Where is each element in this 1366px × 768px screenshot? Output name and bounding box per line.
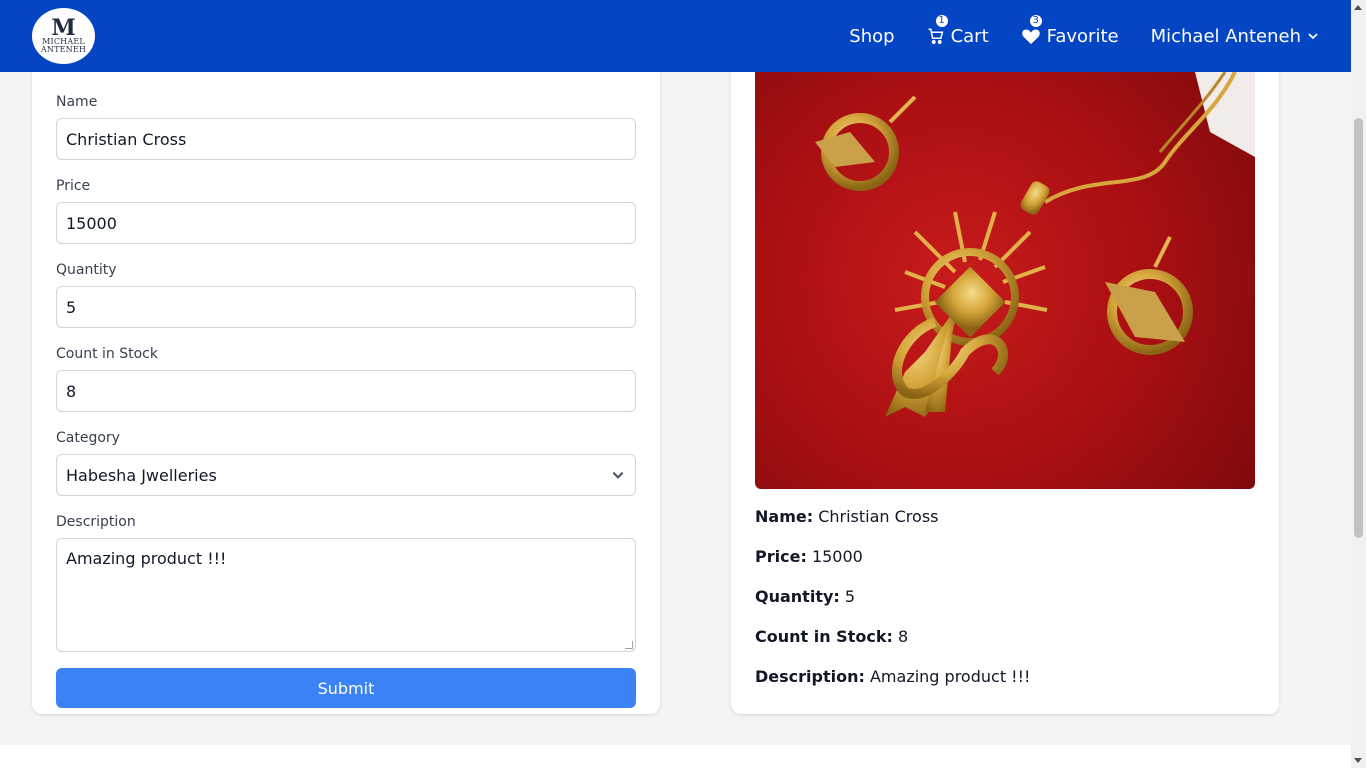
quantity-field-group: Quantity 5 (56, 262, 636, 328)
nav-shop-link[interactable]: Shop (849, 26, 894, 47)
submit-button[interactable]: Submit (56, 668, 636, 708)
price-field-group: Price 15000 (56, 178, 636, 244)
resize-handle-icon[interactable] (625, 641, 633, 649)
logo-line-2: ANTENEH (40, 45, 87, 54)
chevron-down-icon (611, 468, 625, 482)
detail-quantity: Quantity: 5 (755, 587, 856, 606)
heart-icon (1021, 27, 1041, 45)
category-select[interactable]: Habesha Jwelleries (56, 454, 636, 496)
product-preview-card: Name: Christian Cross Price: 15000 Quant… (731, 50, 1279, 714)
description-textarea[interactable]: Amazing product !!! (56, 538, 636, 652)
detail-price: Price: 15000 (755, 547, 863, 566)
description-label: Description (56, 514, 136, 530)
stock-field-group: Count in Stock 8 (56, 346, 636, 412)
nav-favorite-label: Favorite (1046, 25, 1119, 47)
category-field-group: Category Habesha Jwelleries (56, 430, 636, 496)
brand-logo[interactable]: M MICHAEL ANTENEH (32, 8, 95, 64)
description-text: Amazing product !!! (66, 549, 227, 568)
scroll-down-arrow-icon[interactable] (1354, 758, 1362, 763)
quantity-input[interactable]: 5 (56, 286, 636, 328)
chevron-down-icon (1307, 30, 1319, 42)
page-scrollbar[interactable] (1351, 0, 1366, 768)
logo-mark: M (51, 15, 76, 41)
product-form-card: Name Christian Cross Price 15000 Quantit… (32, 50, 660, 714)
scroll-up-arrow-icon[interactable] (1354, 5, 1362, 10)
nav-cart-link[interactable]: 1 Cart (927, 13, 989, 47)
top-navbar: M MICHAEL ANTENEH Shop 1 Cart 3 Favorite… (0, 0, 1351, 72)
nav-favorite-link[interactable]: 3 Favorite (1021, 13, 1119, 47)
name-input[interactable]: Christian Cross (56, 118, 636, 160)
description-field-group: Description Amazing product !!! (56, 514, 636, 652)
product-details: Name: Christian Cross Price: 15000 Quant… (755, 507, 1255, 687)
cart-count-badge: 1 (934, 13, 949, 28)
detail-stock: Count in Stock: 8 (755, 627, 909, 646)
nav-links: Shop 1 Cart 3 Favorite Michael Anteneh (849, 13, 1319, 47)
user-menu[interactable]: Michael Anteneh (1151, 26, 1319, 47)
stock-label: Count in Stock (56, 346, 158, 362)
nav-shop-label: Shop (849, 25, 895, 47)
name-label: Name (56, 94, 98, 110)
footer-strip (0, 745, 1351, 768)
nav-cart-label: Cart (950, 25, 989, 47)
category-selected-value: Habesha Jwelleries (66, 465, 217, 485)
detail-name: Name: Christian Cross (755, 507, 939, 526)
quantity-label: Quantity (56, 262, 117, 278)
price-input[interactable]: 15000 (56, 202, 636, 244)
cart-icon (927, 27, 945, 45)
price-label: Price (56, 178, 91, 194)
user-name: Michael Anteneh (1150, 25, 1301, 47)
name-field-group: Name Christian Cross (56, 94, 636, 160)
product-image (755, 72, 1255, 489)
stock-input[interactable]: 8 (56, 370, 636, 412)
favorite-count-badge: 3 (1028, 13, 1043, 28)
category-label: Category (56, 430, 120, 446)
scrollbar-thumb[interactable] (1354, 118, 1363, 538)
detail-description: Description: Amazing product !!! (755, 667, 1031, 686)
